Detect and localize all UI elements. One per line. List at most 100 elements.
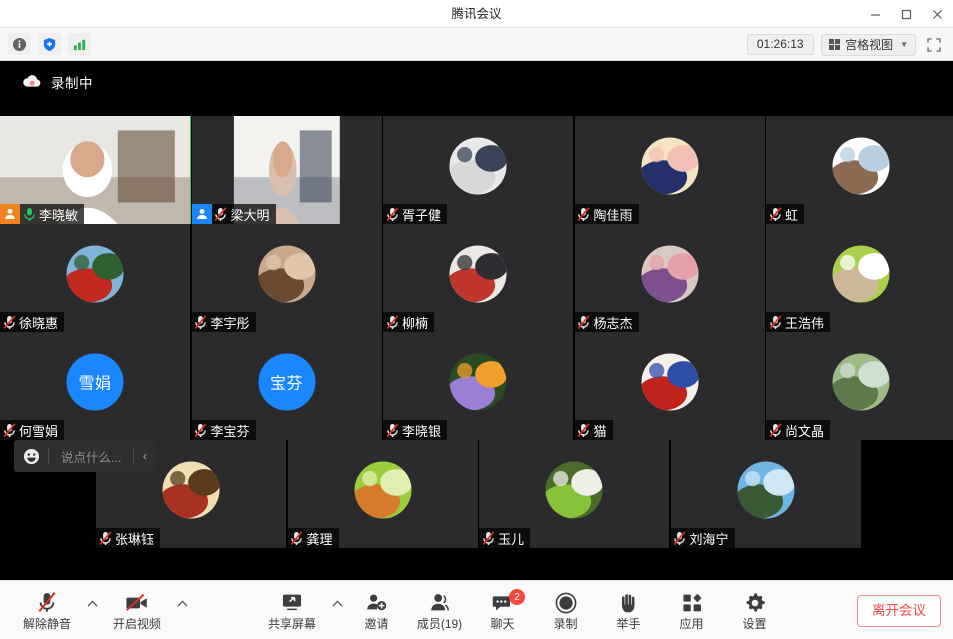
participant-name: 李晓敏 <box>39 207 79 223</box>
apps-button[interactable]: 应用 <box>660 581 723 639</box>
participant-tile[interactable]: 尚文晶 <box>766 332 953 440</box>
chevron-left-icon[interactable]: ‹ <box>133 448 155 464</box>
avatar <box>66 245 124 303</box>
participant-tile[interactable]: 梁大明 <box>191 116 383 224</box>
participant-name: 何雪娟 <box>19 423 59 439</box>
avatar <box>545 461 603 519</box>
record-button[interactable]: 录制 <box>534 581 597 639</box>
mic-muted-icon <box>212 204 230 224</box>
participant-name: 梁大明 <box>230 207 270 223</box>
participant-tile[interactable]: 虹 <box>766 116 953 224</box>
participant-nameplate: 胥子健 <box>383 204 448 224</box>
avatar <box>832 245 890 303</box>
participant-tile[interactable]: 宝芬 李宝芬 <box>191 332 383 440</box>
controls-left-group: 解除静音 开启视频 <box>10 581 190 639</box>
avatar <box>832 137 890 195</box>
cloud-record-icon <box>22 74 42 91</box>
recording-label: 录制中 <box>51 76 93 91</box>
participant-tile[interactable]: 胥子健 <box>383 116 574 224</box>
participant-row: 李晓敏 梁大明 胥子健 陶佳雨 虹 <box>0 116 953 224</box>
mic-muted-icon <box>383 204 401 224</box>
window-title: 腾讯会议 <box>451 6 502 21</box>
participant-nameplate: 梁大明 <box>191 204 276 224</box>
participant-tile[interactable]: 柳楠 <box>383 224 574 332</box>
apps-label: 应用 <box>679 616 704 631</box>
participant-name: 龚理 <box>306 531 333 547</box>
camera-off-icon <box>124 591 150 615</box>
participant-tile[interactable]: 玉儿 <box>479 440 670 548</box>
participant-tile[interactable]: 雪娟 何雪娟 <box>0 332 191 440</box>
participant-tile[interactable]: 李晓银 <box>383 332 574 440</box>
avatar <box>449 353 507 411</box>
participant-tile[interactable]: 李晓敏 <box>0 116 191 224</box>
minimize-button[interactable] <box>860 0 891 28</box>
mic-muted-icon <box>383 420 401 440</box>
mute-label: 解除静音 <box>22 616 71 631</box>
participant-tile[interactable]: 猫 <box>574 332 766 440</box>
participant-nameplate: 何雪娟 <box>0 420 65 440</box>
close-button[interactable] <box>922 0 953 28</box>
participant-nameplate: 李宝芬 <box>191 420 256 440</box>
chat-unread-badge: 2 <box>509 589 525 605</box>
participant-nameplate: 李晓银 <box>383 420 448 440</box>
smiley-icon[interactable] <box>14 448 48 465</box>
mute-button[interactable]: 解除静音 <box>10 581 84 639</box>
participant-tile[interactable]: 王浩伟 <box>766 224 953 332</box>
controls-right-group: 离开会议 <box>857 581 941 639</box>
mic-options-caret[interactable] <box>84 581 100 639</box>
leave-meeting-button[interactable]: 离开会议 <box>857 594 941 627</box>
mic-muted-icon <box>479 528 497 548</box>
participant-tile[interactable]: 杨志杰 <box>574 224 766 332</box>
members-button[interactable]: 成员(19) <box>408 581 471 639</box>
raise-hand-button[interactable]: 举手 <box>597 581 660 639</box>
participant-nameplate: 柳楠 <box>383 312 435 332</box>
participant-name: 尚文晶 <box>785 423 825 439</box>
participant-nameplate: 玉儿 <box>479 528 531 548</box>
share-options-caret[interactable] <box>329 581 345 639</box>
video-options-caret[interactable] <box>174 581 190 639</box>
participant-name: 李宝芬 <box>210 423 250 439</box>
cohost-badge-icon <box>191 204 212 224</box>
maximize-button[interactable] <box>891 0 922 28</box>
settings-button[interactable]: 设置 <box>723 581 786 639</box>
mic-muted-icon <box>575 204 593 224</box>
participant-name: 李晓银 <box>402 423 442 439</box>
signal-bars-icon[interactable] <box>68 33 91 55</box>
participant-nameplate: 刘海宁 <box>670 528 735 548</box>
tencent-meeting-window: 腾讯会议 01:26:13 宫格视图 ▼ 录制中 李晓敏 梁大明 胥子健 陶佳雨… <box>0 0 953 639</box>
participant-name: 张琳钰 <box>115 531 155 547</box>
invite-label: 邀请 <box>364 616 389 631</box>
participant-tile[interactable]: 刘海宁 <box>670 440 862 548</box>
participant-tile[interactable]: 龚理 <box>287 440 479 548</box>
participant-tile[interactable]: 陶佳雨 <box>574 116 766 224</box>
fullscreen-icon[interactable] <box>923 34 945 56</box>
participant-name: 李宇彤 <box>210 315 250 331</box>
participant-row: 徐晓惠 李宇彤 柳楠 杨志杰 王浩伟 <box>0 224 953 332</box>
mic-muted-icon <box>96 528 114 548</box>
participant-nameplate: 龚理 <box>287 528 339 548</box>
participant-tile[interactable]: 徐晓惠 <box>0 224 191 332</box>
shield-icon[interactable] <box>38 33 61 55</box>
mic-muted-icon <box>288 528 306 548</box>
participant-tile[interactable]: 李宇彤 <box>191 224 383 332</box>
invite-button[interactable]: 邀请 <box>345 581 408 639</box>
video-label: 开启视频 <box>112 616 161 631</box>
avatar <box>354 461 411 519</box>
video-button[interactable]: 开启视频 <box>100 581 174 639</box>
participant-nameplate: 猫 <box>574 420 613 440</box>
participant-nameplate: 李晓敏 <box>0 204 85 224</box>
chat-input-placeholder[interactable]: 说点什么... <box>49 447 133 466</box>
chat-button[interactable]: 2 聊天 <box>471 581 534 639</box>
share-screen-button[interactable]: 共享屏幕 <box>255 581 329 639</box>
mic-muted-icon <box>192 312 210 332</box>
info-icon[interactable] <box>8 33 31 55</box>
avatar <box>449 137 507 195</box>
view-mode-label: 宫格视图 <box>845 37 894 52</box>
grid-view-icon <box>828 38 841 51</box>
view-mode-selector[interactable]: 宫格视图 ▼ <box>820 33 916 56</box>
invite-person-icon <box>365 591 389 615</box>
quick-chat-bar[interactable]: 说点什么... ‹ <box>14 440 156 472</box>
mic-on-icon <box>20 204 38 224</box>
settings-label: 设置 <box>742 616 767 631</box>
mic-muted-icon <box>383 312 401 332</box>
